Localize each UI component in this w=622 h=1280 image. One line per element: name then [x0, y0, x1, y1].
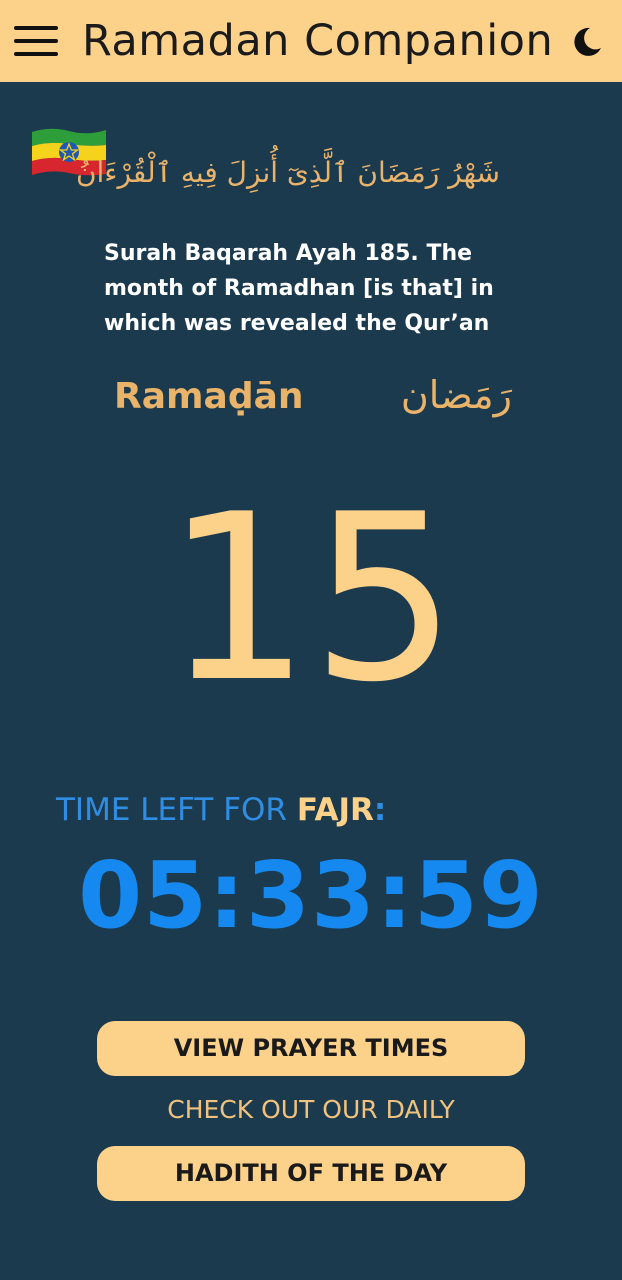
- hadith-of-the-day-button[interactable]: HADITH OF THE DAY: [97, 1146, 525, 1201]
- countdown-label: TIME LEFT FOR FAJR:: [56, 788, 386, 832]
- daily-caption: CHECK OUT OUR DAILY: [167, 1095, 455, 1124]
- month-name-arabic: رَمَضان: [400, 373, 512, 417]
- countdown-label-prefix: TIME LEFT FOR: [56, 792, 297, 828]
- app-header: Ramadan Companion: [0, 0, 622, 82]
- hamburger-menu-icon[interactable]: [14, 22, 60, 60]
- moon-icon[interactable]: [569, 24, 605, 60]
- quran-verse-translation: Surah Baqarah Ayah 185. The month of Ram…: [104, 241, 494, 336]
- countdown-label-suffix: :: [373, 792, 387, 828]
- app-title: Ramadan Companion: [82, 16, 554, 66]
- ramadan-day-number: 15: [164, 466, 458, 733]
- quran-verse-arabic: شَهْرُ رَمَضَانَ ٱلَّذِىٓ أُنزِلَ فِيهِ …: [75, 156, 500, 189]
- countdown-timer: 05:33:59: [78, 842, 544, 949]
- next-prayer-name: FAJR: [296, 792, 374, 828]
- month-name-latin: Ramaḍān: [114, 376, 304, 417]
- view-prayer-times-button[interactable]: VIEW PRAYER TIMES: [97, 1021, 525, 1076]
